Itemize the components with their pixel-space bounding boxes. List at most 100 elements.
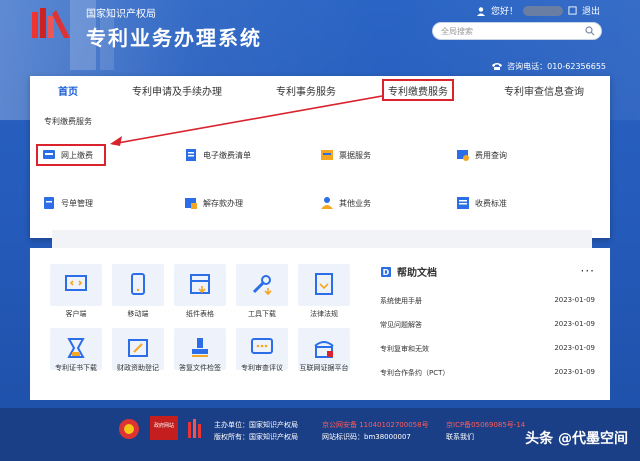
global-search-input[interactable]: 全局搜索 — [432, 22, 602, 40]
tile-paper-forms[interactable] — [174, 264, 226, 306]
item-fee-standard[interactable]: 收费标准 — [456, 196, 507, 210]
more-button[interactable]: ··· — [581, 264, 595, 278]
section-title: 专利缴费服务 — [44, 117, 92, 126]
footer-org: 主办单位：国家知识产权局 — [214, 421, 298, 429]
tile-label: 互联网证据平台 — [299, 364, 349, 372]
tile-label: 移动端 — [127, 310, 149, 318]
number-management-icon — [44, 197, 54, 209]
fee-tab-highlight — [382, 79, 454, 101]
hotline-text: 咨询电话：010-62356655 — [507, 62, 606, 71]
paper-forms-icon — [190, 274, 210, 294]
footer-police[interactable]: 京公网安备 11040102700058号 — [322, 420, 429, 430]
item-other-business[interactable]: 其他业务 — [320, 196, 371, 210]
help-row-name: 常见问题解答 — [380, 321, 422, 329]
item-online-payment[interactable]: 网上缴费 — [42, 148, 93, 162]
item-label: 网上缴费 — [61, 150, 93, 160]
item-label: 收费标准 — [475, 198, 507, 208]
item-receipt-service[interactable]: 票据服务 — [320, 148, 371, 162]
main-nav: 首页 专利申请及手续办理 专利事务服务 专利缴费服务 专利审查信息查询 — [30, 76, 610, 104]
tile-laws[interactable] — [298, 264, 350, 306]
tile-client[interactable] — [50, 264, 102, 306]
user-area: 您好！ 退出 — [476, 4, 600, 17]
help-row-date: 2023-01-09 — [554, 320, 595, 328]
footer-icp[interactable]: 京ICP备05069085号-14 — [446, 420, 525, 430]
item-label: 号单管理 — [61, 198, 93, 208]
wrench-icon — [252, 275, 272, 296]
party-emblem-icon — [119, 419, 139, 439]
help-row-name: 系统使用手册 — [380, 297, 422, 305]
phone-icon — [492, 63, 503, 70]
cnipa-small-logo-icon — [188, 419, 201, 438]
help-row[interactable]: 专利复审和无效 2023-01-09 — [380, 344, 595, 354]
search-placeholder: 全局搜索 — [441, 27, 473, 36]
other-business-icon — [321, 197, 333, 209]
tile-label: 答复文件检签 — [179, 364, 221, 372]
gov-site-badge-text: 政府网站 — [153, 423, 174, 429]
evidence-icon — [314, 341, 334, 358]
mobile-icon — [131, 273, 145, 295]
help-row[interactable]: 专利合作条约（PCT） 2023-01-09 — [380, 368, 595, 378]
stamp-icon — [192, 338, 208, 357]
dropdown-panel: 首页 专利申请及手续办理 专利事务服务 专利缴费服务 专利审查信息查询 专利缴费… — [30, 76, 610, 238]
tab-examination-query[interactable]: 专利审查信息查询 — [504, 83, 584, 98]
tile-label: 专利证书下载 — [55, 364, 97, 372]
item-deposit-handling[interactable]: 解存款办理 — [184, 196, 243, 210]
tile-label: 法律法规 — [310, 310, 338, 318]
online-payment-icon — [43, 150, 55, 159]
cnipa-logo-icon — [32, 8, 70, 38]
help-row[interactable]: 常见问题解答 2023-01-09 — [380, 320, 595, 330]
help-row-date: 2023-01-09 — [554, 344, 595, 352]
funding-icon — [128, 339, 148, 357]
help-row-name: 专利复审和无效 — [380, 345, 429, 353]
law-book-icon — [315, 273, 333, 295]
watermark: 头条 @代墨空间 — [525, 431, 628, 447]
tile-label: 专利审查评议 — [241, 364, 283, 372]
e-fee-list-icon — [186, 149, 196, 161]
item-label: 电子缴费清单 — [203, 150, 251, 160]
footer-contact[interactable]: 联系我们 — [446, 432, 474, 442]
item-e-fee-list[interactable]: 电子缴费清单 — [184, 148, 251, 162]
footer-site-id: 网站标识码：bm38000007 — [322, 433, 411, 441]
username-blurred — [522, 5, 563, 16]
tile-label: 工具下载 — [248, 310, 276, 318]
tab-affairs[interactable]: 专利事务服务 — [276, 83, 336, 98]
help-row-name: 专利合作条约（PCT） — [380, 369, 450, 377]
item-fee-query[interactable]: 费用查询 — [456, 148, 507, 162]
main-content: 客户端 移动端 纸件表格 工具下载 法律法规 专利证书下载 财政资助登记 答复文… — [30, 248, 610, 400]
help-row[interactable]: 系统使用手册 2023-01-09 — [380, 296, 595, 306]
search-icon[interactable] — [585, 26, 595, 36]
fee-standard-icon — [457, 197, 469, 209]
client-icon — [65, 275, 87, 291]
help-header: D 帮助文档 — [380, 264, 595, 279]
chat-icon — [251, 338, 273, 354]
tile-label: 纸件表格 — [186, 310, 214, 318]
item-label: 其他业务 — [339, 198, 371, 208]
help-docs: D 帮助文档 ··· 系统使用手册 2023-01-09 常见问题解答 2023-0… — [380, 264, 595, 377]
item-label: 解存款办理 — [203, 198, 243, 208]
help-row-date: 2023-01-09 — [554, 368, 595, 376]
logout-link[interactable]: 退出 — [582, 4, 600, 17]
certificate-icon — [67, 338, 85, 358]
background-strip — [52, 230, 592, 250]
item-label: 票据服务 — [339, 150, 371, 160]
item-label: 费用查询 — [475, 150, 507, 160]
system-title: 专利业务办理系统 — [86, 26, 262, 50]
gov-site-badge[interactable]: 政府网站 — [150, 416, 178, 440]
logout-icon[interactable] — [568, 6, 577, 15]
deposit-icon — [185, 198, 197, 209]
document-icon: D — [381, 266, 391, 277]
greeting-text: 您好！ — [490, 7, 518, 17]
footer-copyright: 版权所有：国家知识产权局 — [214, 433, 298, 441]
tile-label: 客户端 — [65, 310, 87, 318]
hotline: 咨询电话：010-62356655 — [491, 61, 606, 72]
fee-query-icon — [457, 150, 469, 161]
help-title: 帮助文档 — [397, 268, 437, 279]
tab-home[interactable]: 首页 — [58, 83, 78, 98]
receipt-icon — [321, 150, 333, 160]
item-number-management[interactable]: 号单管理 — [42, 196, 93, 210]
tile-mobile[interactable] — [112, 264, 164, 306]
help-row-date: 2023-01-09 — [554, 296, 595, 304]
tab-application[interactable]: 专利申请及手续办理 — [132, 83, 222, 98]
tile-tool-download[interactable] — [236, 264, 288, 306]
svg-text:D: D — [383, 268, 390, 277]
